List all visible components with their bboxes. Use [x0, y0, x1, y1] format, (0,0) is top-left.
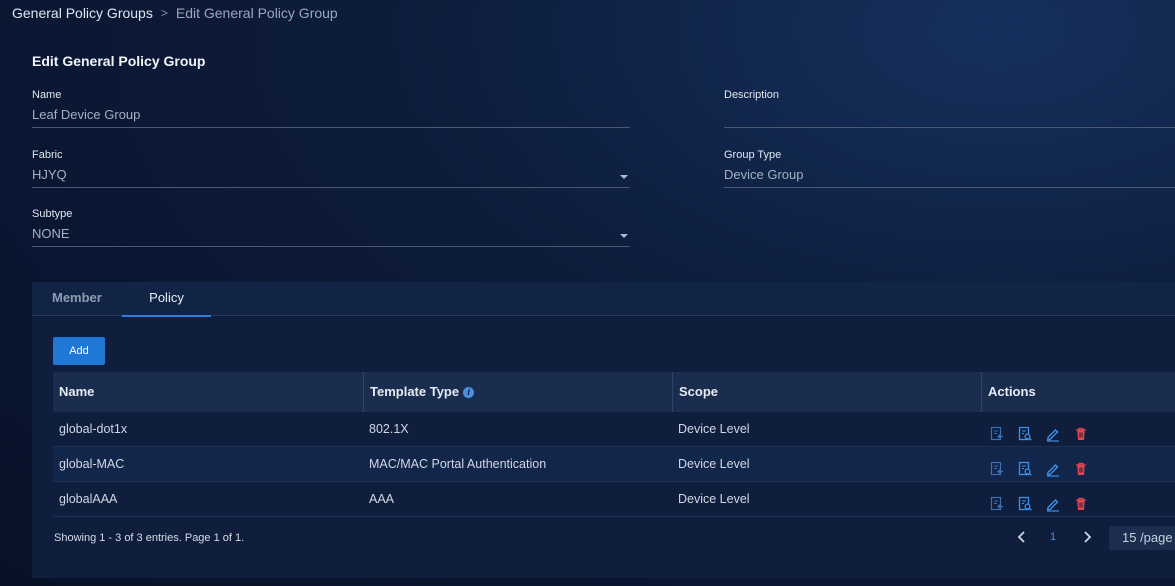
table-header: Name Template Type i Scope Actions	[53, 372, 1175, 412]
breadcrumb: General Policy Groups > Edit General Pol…	[12, 5, 338, 21]
delete-icon[interactable]	[1073, 421, 1089, 440]
tab-member[interactable]: Member	[52, 282, 102, 315]
fabric-select[interactable]: Fabric HJYQ	[32, 149, 630, 188]
fabric-value[interactable]: HJYQ	[32, 167, 630, 185]
subtype-underline	[32, 246, 630, 247]
chevron-left-icon[interactable]	[1017, 530, 1027, 549]
description-underline	[724, 127, 1175, 128]
view-icon[interactable]	[1017, 456, 1033, 476]
table-row[interactable]: global-dot1x 802.1X Device Level	[53, 412, 1175, 447]
group-type-field: Group Type Device Group	[724, 149, 1175, 188]
subtype-select[interactable]: Subtype NONE	[32, 208, 630, 247]
column-header-name[interactable]: Name	[53, 372, 363, 412]
form-title: Edit General Policy Group	[32, 53, 206, 69]
policy-table: Name Template Type i Scope Actions global…	[53, 372, 1175, 517]
description-label: Description	[724, 89, 780, 101]
tab-policy[interactable]: Policy	[122, 282, 211, 317]
chevron-right-icon[interactable]	[1082, 530, 1092, 549]
apply-icon[interactable]	[989, 456, 1005, 476]
tab-bar: Member Policy	[32, 282, 1175, 317]
breadcrumb-separator: >	[160, 6, 168, 20]
name-field[interactable]: Name Leaf Device Group	[32, 89, 630, 128]
delete-icon[interactable]	[1073, 456, 1089, 475]
delete-icon[interactable]	[1073, 491, 1089, 510]
description-value[interactable]	[724, 107, 1175, 125]
info-icon[interactable]: i	[463, 387, 475, 399]
apply-icon[interactable]	[989, 421, 1005, 441]
template-type-header-label: Template Type	[370, 384, 460, 399]
subtype-label: Subtype	[32, 208, 73, 220]
cell-name: global-dot1x	[59, 422, 128, 436]
pagination-summary: Showing 1 - 3 of 3 entries. Page 1 of 1.	[54, 532, 245, 544]
page-number-current[interactable]: 1	[1050, 531, 1056, 543]
group-type-value: Device Group	[724, 167, 804, 182]
column-header-actions: Actions	[981, 372, 1175, 412]
name-label: Name	[32, 89, 62, 101]
column-header-template-type[interactable]: Template Type i	[363, 372, 672, 412]
name-value[interactable]: Leaf Device Group	[32, 107, 630, 125]
cell-template-type: MAC/MAC Portal Authentication	[369, 457, 547, 471]
apply-icon[interactable]	[989, 491, 1005, 511]
view-icon[interactable]	[1017, 491, 1033, 511]
cell-scope: Device Level	[678, 492, 750, 506]
breadcrumb-current: Edit General Policy Group	[175, 5, 338, 21]
column-header-scope[interactable]: Scope	[672, 372, 981, 412]
cell-scope: Device Level	[678, 422, 750, 436]
description-field[interactable]: Description	[724, 89, 1175, 128]
page-size-select[interactable]: 15 /page	[1109, 526, 1175, 550]
edit-icon[interactable]	[1045, 456, 1061, 477]
cell-name: global-MAC	[59, 457, 125, 471]
group-type-label: Group Type	[724, 149, 782, 161]
cell-actions	[981, 447, 1175, 481]
add-button[interactable]: Add	[53, 337, 105, 365]
chevron-down-icon[interactable]	[620, 175, 628, 179]
name-underline	[32, 127, 630, 128]
cell-scope: Device Level	[678, 457, 750, 471]
cell-template-type: 802.1X	[369, 422, 409, 436]
edit-icon[interactable]	[1045, 421, 1061, 442]
fabric-label: Fabric	[32, 149, 63, 161]
breadcrumb-general-policy-groups[interactable]: General Policy Groups	[12, 5, 153, 21]
table-row[interactable]: globalAAA AAA Device Level	[53, 482, 1175, 517]
policy-panel: Member Policy Add Name Template Type i Sc…	[32, 282, 1175, 578]
fabric-underline	[32, 187, 630, 188]
cell-actions	[981, 482, 1175, 516]
chevron-down-icon[interactable]	[620, 234, 628, 238]
view-icon[interactable]	[1017, 421, 1033, 441]
subtype-value[interactable]: NONE	[32, 226, 630, 244]
edit-icon[interactable]	[1045, 491, 1061, 512]
cell-template-type: AAA	[369, 492, 395, 506]
cell-actions	[981, 412, 1175, 446]
cell-name: globalAAA	[59, 492, 118, 506]
group-type-underline	[724, 187, 1175, 188]
table-row[interactable]: global-MAC MAC/MAC Portal Authentication D…	[53, 447, 1175, 482]
